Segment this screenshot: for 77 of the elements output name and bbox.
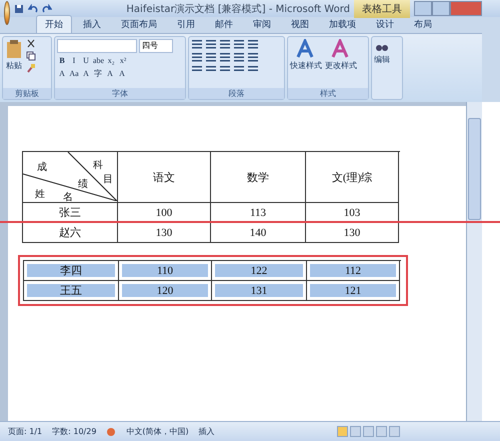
proofing-icon[interactable] [106, 426, 116, 436]
column-header: 数学 [211, 152, 306, 203]
ribbon-tab[interactable]: 引用 [168, 15, 204, 33]
font-name-field[interactable] [57, 39, 137, 53]
table-cell: 122 [212, 261, 307, 281]
style-button[interactable]: 快速样式 [290, 39, 322, 86]
group-label: 剪贴板 [3, 88, 51, 99]
cut-icon[interactable] [26, 39, 36, 49]
table-cell: 140 [211, 223, 306, 243]
table-cell: 121 [307, 281, 400, 301]
format-button[interactable]: x₂ [106, 55, 116, 66]
ribbon-tab[interactable]: 审阅 [244, 15, 280, 33]
ribbon-tab[interactable]: 设计 [367, 15, 403, 33]
style-button[interactable]: 更改样式 [325, 39, 357, 86]
table-cell: 120 [119, 281, 212, 301]
ribbon-tab[interactable]: 插入 [74, 15, 110, 33]
scroll-bar[interactable] [466, 102, 482, 421]
paragraph-icon[interactable] [191, 52, 203, 63]
format-button[interactable]: x² [118, 55, 128, 66]
header-label: 绩 [78, 178, 88, 191]
paragraph-icon[interactable] [205, 52, 217, 63]
ribbon-tab[interactable]: 页面布局 [112, 15, 166, 33]
header-label: 成 [37, 160, 47, 174]
format-button[interactable]: Aa [69, 68, 79, 79]
format-button[interactable]: A [57, 68, 67, 79]
ribbon-tab[interactable]: 视图 [282, 15, 318, 33]
clipboard-icon [5, 39, 23, 59]
save-icon[interactable] [14, 4, 24, 14]
table-cell: 130 [306, 223, 399, 243]
format-button[interactable]: U [81, 55, 91, 66]
table-cell: 李四 [24, 261, 119, 281]
paste-button[interactable]: 粘贴 [5, 39, 23, 86]
ribbon-tab[interactable]: 布局 [405, 15, 441, 33]
column-header: 语文 [118, 152, 211, 203]
group-label: 段落 [189, 88, 284, 99]
paragraph-icon[interactable] [191, 39, 203, 50]
format-button[interactable]: 字 [93, 68, 103, 79]
table-cell: 赵六 [23, 223, 118, 243]
window-title: Haifeistar演示文档 [兼容模式] - Microsoft Word [126, 2, 350, 16]
table-cell: 110 [119, 261, 212, 281]
header-label: 姓 [35, 188, 45, 201]
paragraph-icon[interactable] [233, 52, 245, 63]
insert-mode[interactable]: 插入 [198, 426, 215, 437]
status-item: 页面: 1/1 [8, 426, 42, 437]
ribbon-tab[interactable]: 开始 [36, 15, 72, 33]
format-button[interactable]: A [81, 68, 91, 79]
paragraph-icon[interactable] [247, 52, 259, 63]
table-cell: 112 [307, 261, 400, 281]
format-button[interactable]: abe [93, 55, 104, 66]
header-label: 名 [63, 191, 73, 204]
paragraph-icon[interactable] [233, 39, 245, 50]
copy-icon[interactable] [26, 51, 36, 61]
format-button[interactable]: I [69, 55, 79, 66]
table-cell: 130 [118, 223, 211, 243]
group-label: 样式 [288, 88, 368, 99]
paragraph-icon[interactable] [219, 39, 231, 50]
format-button[interactable]: A [117, 68, 127, 79]
header-label: 目 [103, 173, 113, 186]
paragraph-icon[interactable] [205, 39, 217, 50]
ribbon-tab[interactable]: 邮件 [206, 15, 242, 33]
font-size-field[interactable]: 四号 [139, 39, 173, 53]
office-button[interactable] [4, 0, 10, 24]
column-header: 文(理)综 [306, 152, 399, 203]
group-label: 字体 [55, 88, 185, 99]
ribbon-tab[interactable]: 加载项 [320, 15, 365, 33]
redo-icon[interactable] [42, 4, 52, 14]
table-cell: 131 [212, 281, 307, 301]
undo-icon[interactable] [28, 4, 38, 14]
paragraph-icon[interactable] [219, 52, 231, 63]
header-label: 科 [93, 158, 103, 172]
paragraph-icon[interactable] [247, 39, 259, 50]
language-status[interactable]: 中文(简体，中国) [126, 426, 189, 437]
format-button[interactable]: A [105, 68, 115, 79]
format-button[interactable]: B [57, 55, 67, 66]
brush-icon[interactable] [26, 63, 36, 73]
status-item: 字数: 10/29 [52, 426, 96, 437]
table-cell: 王五 [24, 281, 119, 301]
